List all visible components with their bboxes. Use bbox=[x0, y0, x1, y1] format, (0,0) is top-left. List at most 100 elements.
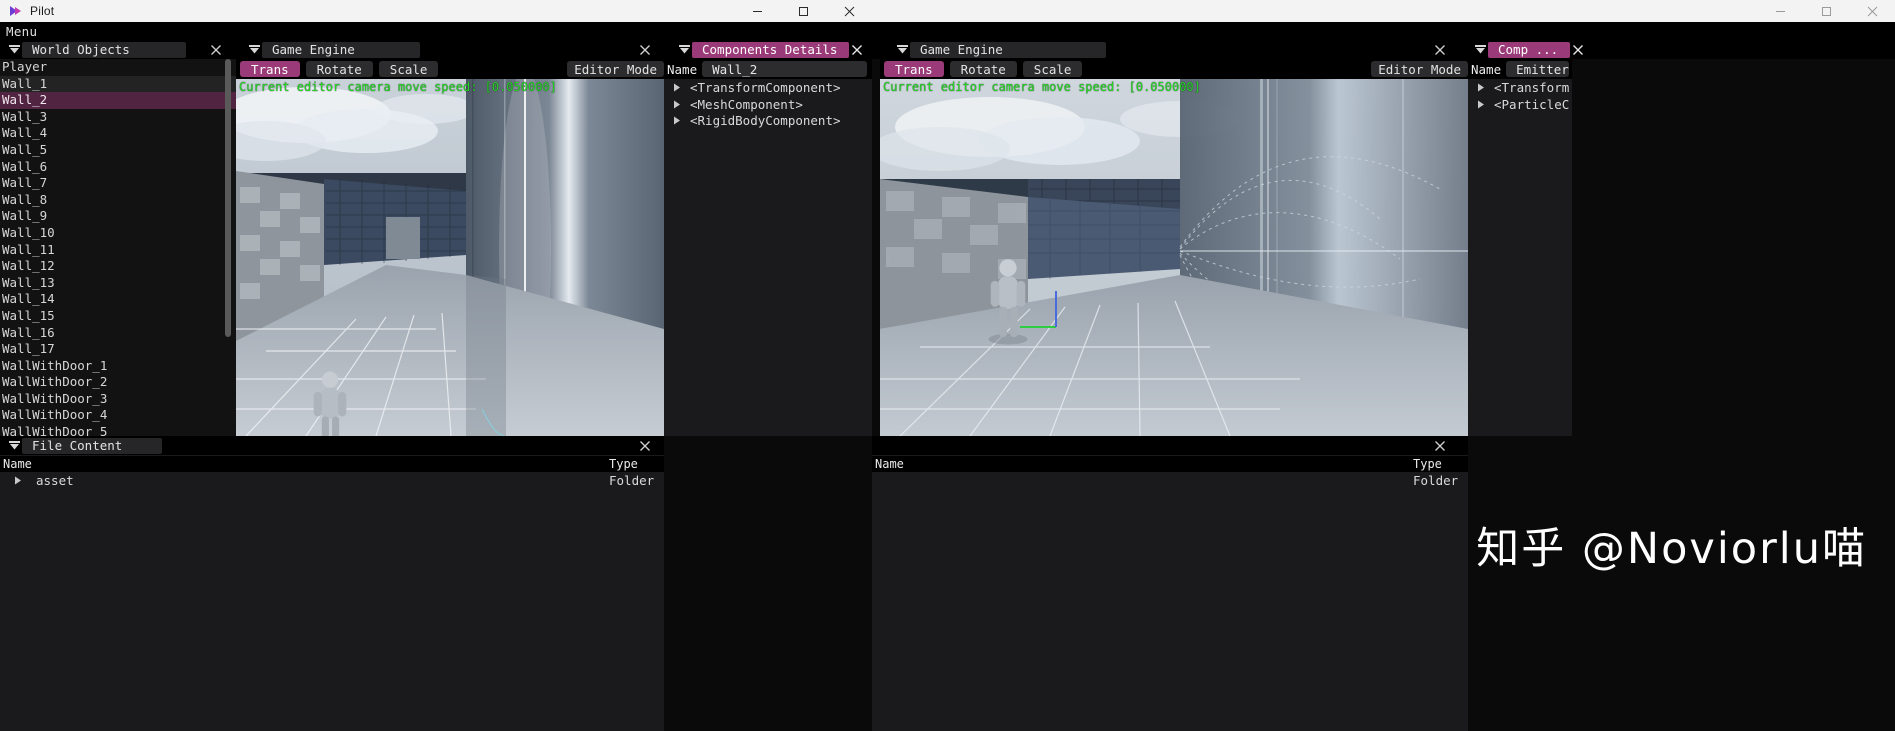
component-row[interactable]: <TransformComponent> bbox=[664, 79, 872, 96]
window1-minimize-button[interactable] bbox=[734, 0, 780, 22]
chevron-down-icon[interactable] bbox=[676, 45, 692, 54]
viewport-toolbar: Trans Rotate Scale Editor Mode bbox=[236, 59, 664, 79]
viewport-overlay-text: Current editor camera move speed: [0.050… bbox=[239, 80, 557, 94]
3d-viewport[interactable]: Current editor camera move speed: [0.050… bbox=[236, 79, 664, 436]
window2-game-engine-close-icon[interactable] bbox=[1432, 40, 1448, 59]
world-object-item[interactable]: WallWithDoor_2 bbox=[0, 374, 236, 391]
editor-mode-button[interactable]: Editor Mode bbox=[567, 61, 664, 77]
window2-component-row[interactable]: <ParticleC bbox=[1468, 96, 1572, 113]
world-object-item[interactable]: Player bbox=[0, 59, 236, 76]
file-content-rows[interactable]: asset Folder bbox=[0, 472, 664, 489]
world-object-item[interactable]: Wall_6 bbox=[0, 159, 236, 176]
tool-scale-button[interactable]: Scale bbox=[378, 61, 439, 77]
window1-window-controls bbox=[734, 0, 872, 22]
tab-file-content-label[interactable]: File Content bbox=[22, 437, 162, 454]
menu-button[interactable]: Menu bbox=[6, 24, 37, 39]
tab-components-details[interactable]: Components Details bbox=[676, 40, 866, 59]
world-object-item[interactable]: Wall_7 bbox=[0, 175, 236, 192]
file-row[interactable]: asset Folder bbox=[0, 472, 664, 489]
file-row-name: asset bbox=[0, 473, 609, 488]
world-object-item[interactable]: Wall_12 bbox=[0, 258, 236, 275]
world-object-item[interactable]: Wall_8 bbox=[0, 192, 236, 209]
window1-title: Pilot bbox=[30, 4, 55, 18]
chevron-down-icon[interactable] bbox=[246, 45, 262, 54]
window2-tool-scale-button[interactable]: Scale bbox=[1022, 61, 1083, 77]
component-row[interactable]: <RigidBodyComponent> bbox=[664, 112, 872, 129]
column-header-name: Name bbox=[3, 457, 32, 471]
tab-game-engine[interactable]: Game Engine bbox=[246, 40, 420, 59]
world-object-item[interactable]: Wall_9 bbox=[0, 208, 236, 225]
chevron-down-icon[interactable] bbox=[1472, 45, 1488, 54]
window2-close-button[interactable] bbox=[1849, 0, 1895, 22]
world-object-item[interactable]: WallWithDoor_3 bbox=[0, 391, 236, 408]
window2-tab-game-engine-label[interactable]: Game Engine bbox=[910, 41, 1106, 58]
chevron-down-icon[interactable] bbox=[6, 441, 22, 450]
window2-file-content-close-icon[interactable] bbox=[1432, 436, 1448, 455]
world-object-item[interactable]: WallWithDoor_5 bbox=[0, 424, 236, 436]
chevron-down-icon[interactable] bbox=[894, 45, 910, 54]
window2-file-row[interactable]: Folder bbox=[872, 472, 1468, 489]
triangle-right-icon[interactable] bbox=[664, 100, 690, 109]
window2-components-close-icon[interactable] bbox=[1570, 40, 1586, 59]
triangle-right-icon[interactable] bbox=[1468, 83, 1494, 92]
window2-name-field[interactable]: Emitter bbox=[1506, 61, 1569, 77]
components-details-close-icon[interactable] bbox=[849, 40, 865, 59]
world-object-item[interactable]: WallWithDoor_1 bbox=[0, 358, 236, 375]
window2-tool-trans-button[interactable]: Trans bbox=[884, 61, 944, 77]
world-objects-scrollbar[interactable] bbox=[225, 59, 231, 337]
component-label: <RigidBodyComponent> bbox=[690, 113, 841, 129]
world-object-item[interactable]: Wall_4 bbox=[0, 125, 236, 142]
components-list[interactable]: <TransformComponent> <MeshComponent> <Rigi… bbox=[664, 79, 872, 129]
window2-3d-viewport[interactable]: Current editor camera move speed: [0.050… bbox=[880, 79, 1468, 436]
world-object-item[interactable]: Wall_13 bbox=[0, 275, 236, 292]
component-label: <TransformComponent> bbox=[690, 79, 841, 95]
file-content-header: Name Type bbox=[0, 456, 664, 472]
window2-component-label: <Transform bbox=[1494, 79, 1570, 95]
world-object-item[interactable]: Wall_11 bbox=[0, 242, 236, 259]
world-object-item[interactable]: Wall_3 bbox=[0, 109, 236, 126]
window1-titlebar[interactable]: Pilot bbox=[0, 0, 872, 22]
tab-world-objects-label[interactable]: World Objects bbox=[22, 41, 186, 58]
triangle-right-icon[interactable] bbox=[1468, 100, 1494, 109]
world-object-item[interactable]: Wall_5 bbox=[0, 142, 236, 159]
world-object-item[interactable]: Wall_14 bbox=[0, 291, 236, 308]
window2-tab-components-details-label[interactable]: Comp ... bbox=[1488, 41, 1571, 58]
tab-world-objects[interactable]: World Objects bbox=[6, 40, 186, 59]
window2-maximize-button[interactable] bbox=[1803, 0, 1849, 22]
world-object-item[interactable]: Wall_2 bbox=[0, 92, 236, 109]
world-object-item[interactable]: Wall_17 bbox=[0, 341, 236, 358]
window2-editor-mode-button[interactable]: Editor Mode bbox=[1371, 61, 1468, 77]
tab-file-content[interactable]: File Content bbox=[6, 436, 162, 455]
window1-close-button[interactable] bbox=[826, 0, 872, 22]
window2-tab-game-engine[interactable]: Game Engine bbox=[894, 40, 1106, 59]
chevron-down-icon[interactable] bbox=[6, 45, 22, 54]
world-objects-list[interactable]: Player Wall_1 Wall_2 Wall_3 Wall_4 Wall_5 Wall… bbox=[0, 59, 236, 436]
triangle-right-icon[interactable] bbox=[664, 83, 690, 92]
tool-trans-button[interactable]: Trans bbox=[240, 61, 300, 77]
window2-minimize-button[interactable] bbox=[1757, 0, 1803, 22]
triangle-right-icon[interactable] bbox=[664, 116, 690, 125]
window1-menubar[interactable]: Menu bbox=[0, 22, 872, 40]
triangle-right-icon[interactable] bbox=[0, 476, 36, 485]
world-object-item[interactable]: Wall_16 bbox=[0, 325, 236, 342]
window2-tool-rotate-button[interactable]: Rotate bbox=[949, 61, 1017, 77]
tab-components-details-label[interactable]: Components Details bbox=[692, 41, 850, 58]
world-object-item[interactable]: Wall_1 bbox=[0, 75, 236, 93]
game-engine-close-icon[interactable] bbox=[637, 40, 653, 59]
world-object-item[interactable]: Wall_15 bbox=[0, 308, 236, 325]
window2-titlebar[interactable] bbox=[872, 0, 1895, 22]
tool-rotate-button[interactable]: Rotate bbox=[305, 61, 373, 77]
world-object-item[interactable]: WallWithDoor_4 bbox=[0, 407, 236, 424]
world-objects-close-icon[interactable] bbox=[208, 40, 224, 59]
window2-tab-components-details[interactable]: Comp ... bbox=[1472, 40, 1587, 59]
window1-maximize-button[interactable] bbox=[780, 0, 826, 22]
window2-viewport-toolbar: Trans Rotate Scale Editor Mode bbox=[880, 59, 1468, 79]
window2-component-row[interactable]: <Transform bbox=[1468, 79, 1572, 96]
component-row[interactable]: <MeshComponent> bbox=[664, 96, 872, 113]
window2-name-label: Name bbox=[1471, 61, 1502, 77]
name-field[interactable]: Wall_2 bbox=[702, 61, 867, 77]
world-object-item[interactable]: Wall_10 bbox=[0, 225, 236, 242]
window2-file-content-panel: Name Type Folder bbox=[872, 436, 1468, 731]
tab-game-engine-label[interactable]: Game Engine bbox=[262, 41, 420, 58]
file-content-close-icon[interactable] bbox=[637, 436, 653, 455]
